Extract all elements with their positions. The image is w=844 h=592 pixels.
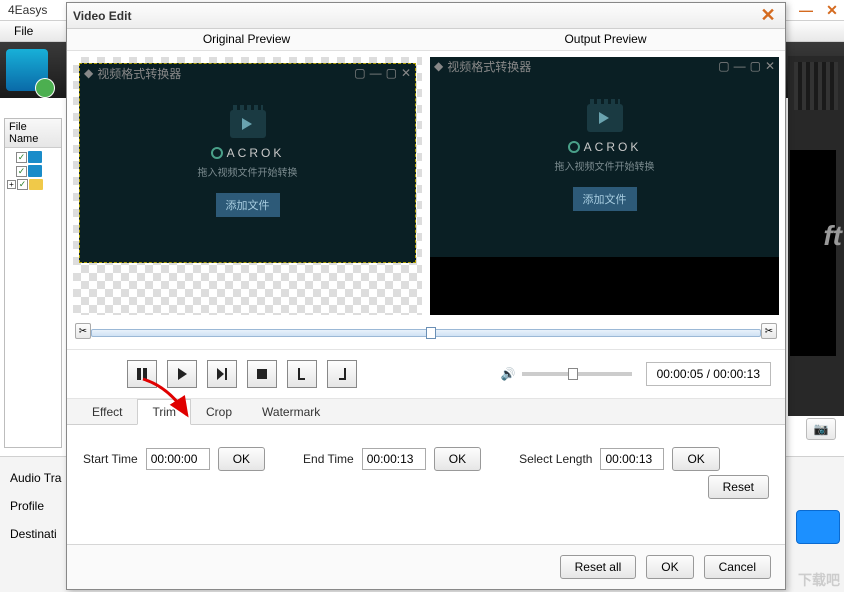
checkbox-icon[interactable]: ✓ [17, 179, 28, 190]
hint-text: 拖入视频文件开始转换 [555, 158, 655, 173]
trim-start-scissor-icon[interactable]: ✂ [75, 323, 91, 339]
trim-panel: Start Time OK End Time OK Select Length … [67, 425, 785, 544]
convert-button[interactable] [796, 510, 840, 544]
audio-track-label: Audio Tra [10, 471, 61, 485]
site-watermark: 下载吧 [798, 570, 840, 590]
ok-button[interactable]: OK [646, 555, 693, 579]
film-icon [587, 104, 623, 132]
dialog-footer: Reset all OK Cancel [67, 544, 785, 589]
ring-icon [568, 141, 580, 153]
edit-tabs: Effect Trim Crop Watermark [67, 399, 785, 425]
original-video-frame: ◆视频格式转换器▢—▢✕ ACROK 拖入视频文件开始转换 添加文件 [79, 63, 416, 263]
volume-slider[interactable] [522, 372, 632, 376]
playback-controls: 🔊 00:00:05 / 00:00:13 [67, 349, 785, 399]
reset-button[interactable]: Reset [708, 475, 769, 499]
frame-caption: 视频格式转换器 [97, 65, 181, 82]
tab-watermark[interactable]: Watermark [247, 399, 335, 424]
app-badge-icon: ◆ [84, 66, 93, 80]
checkbox-icon[interactable]: ✓ [16, 166, 27, 177]
play-button[interactable] [167, 360, 197, 388]
add-video-icon[interactable] [6, 49, 48, 91]
start-time-label: Start Time [83, 452, 138, 466]
video-file-icon [28, 165, 42, 177]
stop-button[interactable] [247, 360, 277, 388]
end-time-ok-button[interactable]: OK [434, 447, 481, 471]
tab-effect[interactable]: Effect [77, 399, 137, 424]
dialog-titlebar[interactable]: Video Edit ✕ [67, 3, 785, 29]
start-time-ok-button[interactable]: OK [218, 447, 265, 471]
dialog-title: Video Edit [73, 9, 131, 23]
right-preview-box [790, 150, 836, 356]
brand-logo: ACROK [211, 146, 285, 160]
play-triangle-icon [242, 118, 252, 130]
tab-crop[interactable]: Crop [191, 399, 247, 424]
trim-end-scissor-icon[interactable]: ✂ [761, 323, 777, 339]
file-panel-header: File Name [5, 119, 61, 148]
hint-text: 拖入视频文件开始转换 [198, 164, 298, 179]
end-time-input[interactable] [362, 448, 426, 470]
destination-label: Destinati [10, 527, 57, 541]
timeline-handle[interactable] [426, 327, 436, 339]
minimize-button[interactable]: — [798, 2, 814, 18]
add-file-frame-button: 添加文件 [216, 193, 280, 217]
output-preview-label: Output Preview [426, 29, 785, 51]
expand-icon[interactable]: + [7, 180, 16, 189]
checkbox-icon[interactable]: ✓ [16, 152, 27, 163]
film-icon [230, 110, 266, 138]
brand-logo: ACROK [568, 140, 642, 154]
select-length-label: Select Length [519, 452, 592, 466]
camera-button[interactable]: 📷 [806, 418, 836, 440]
tree-item[interactable]: ✓ [7, 151, 59, 163]
play-triangle-icon [599, 112, 609, 124]
tab-trim[interactable]: Trim [137, 399, 191, 425]
profile-label: Profile [10, 499, 44, 513]
folder-icon [29, 179, 43, 190]
volume-icon[interactable]: 🔊 [501, 367, 516, 381]
cancel-button[interactable]: Cancel [704, 555, 771, 579]
select-length-input[interactable] [600, 448, 664, 470]
app-badge-icon: ◆ [434, 59, 443, 73]
close-main-button[interactable]: ✕ [824, 2, 840, 18]
mark-out-button[interactable] [327, 360, 357, 388]
file-panel: File Name ✓ ✓ +✓ [4, 118, 62, 448]
start-time-input[interactable] [146, 448, 210, 470]
video-file-icon [28, 151, 42, 163]
camera-icon: 📷 [814, 422, 829, 436]
filmstrip-icon [794, 62, 838, 110]
output-preview[interactable]: ◆视频格式转换器▢—▢✕ ACROK 拖入视频文件开始转换 添加文件 [430, 57, 779, 315]
original-preview-label: Original Preview [67, 29, 426, 51]
mark-in-button[interactable] [287, 360, 317, 388]
ring-icon [211, 147, 223, 159]
original-preview[interactable]: ◆视频格式转换器▢—▢✕ ACROK 拖入视频文件开始转换 添加文件 [73, 57, 422, 315]
next-frame-button[interactable] [207, 360, 237, 388]
main-title: 4Easys [8, 3, 47, 17]
time-display: 00:00:05 / 00:00:13 [646, 362, 771, 386]
trim-timeline[interactable]: ✂ ✂ [75, 323, 777, 341]
tree-item[interactable]: ✓ [7, 165, 59, 177]
pause-button[interactable] [127, 360, 157, 388]
reset-all-button[interactable]: Reset all [560, 555, 637, 579]
select-length-ok-button[interactable]: OK [672, 447, 719, 471]
video-edit-dialog: Video Edit ✕ Original Preview Output Pre… [66, 2, 786, 590]
file-tree: ✓ ✓ +✓ [5, 148, 61, 195]
output-video-frame: ◆视频格式转换器▢—▢✕ ACROK 拖入视频文件开始转换 添加文件 [430, 57, 779, 315]
frame-caption: 视频格式转换器 [447, 58, 531, 75]
brand-fragment: ft [823, 220, 842, 252]
volume-thumb[interactable] [568, 368, 578, 380]
end-time-label: End Time [303, 452, 354, 466]
tree-item[interactable]: +✓ [7, 179, 59, 190]
menu-file[interactable]: File [6, 24, 41, 38]
add-file-frame-button: 添加文件 [573, 187, 637, 211]
close-icon[interactable]: ✕ [757, 5, 779, 26]
